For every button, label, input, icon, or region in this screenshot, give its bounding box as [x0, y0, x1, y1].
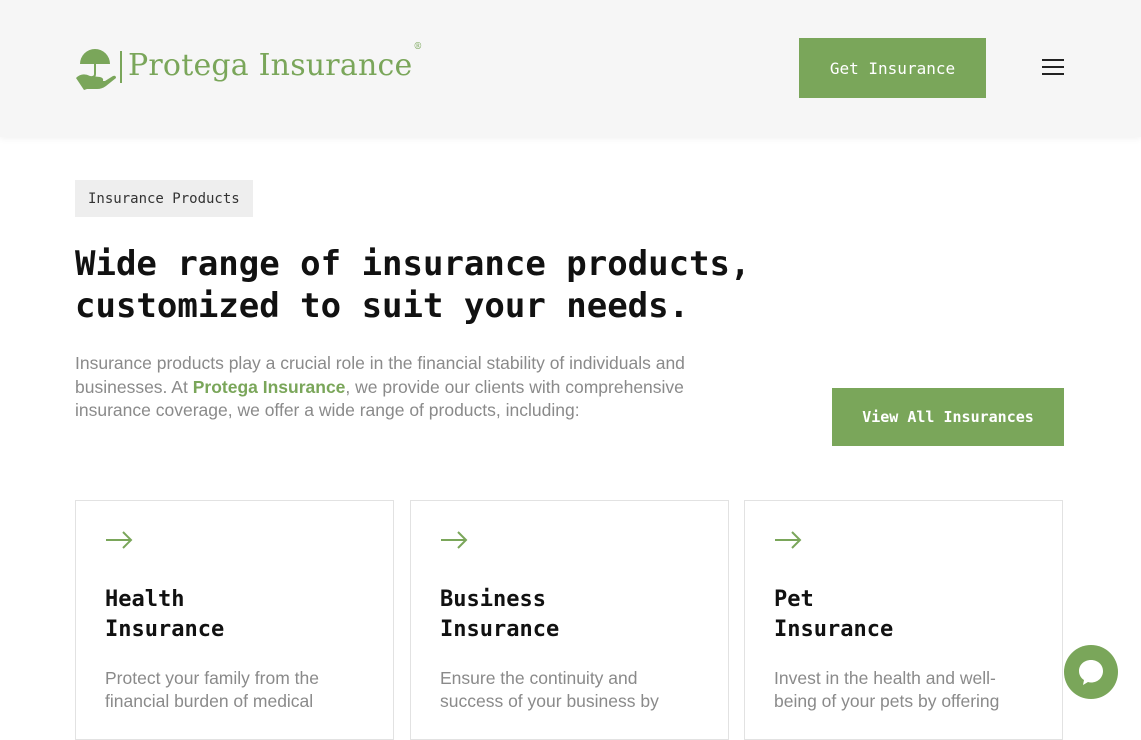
site-header: Protega Insurance® Get Insurance	[0, 0, 1141, 137]
get-insurance-button[interactable]: Get Insurance	[799, 38, 986, 98]
card-title: Business Insurance	[440, 587, 560, 642]
hamburger-menu-icon[interactable]	[1042, 59, 1066, 77]
logo-divider	[120, 51, 122, 83]
logo[interactable]: Protega Insurance®	[74, 41, 423, 90]
view-all-insurances-button[interactable]: View All Insurances	[832, 388, 1064, 446]
card-description: Ensure the continuity and success of you…	[440, 668, 659, 711]
intro-brand-name: Protega Insurance	[192, 376, 346, 397]
headline-line-2: customized to suit your needs.	[75, 286, 690, 326]
registered-mark: ®	[413, 41, 423, 52]
headline-line-1: Wide range of insurance products,	[75, 244, 751, 284]
chat-button[interactable]	[1064, 645, 1118, 699]
card-business-insurance[interactable]: Business Insurance Ensure the continuity …	[410, 500, 729, 740]
card-description: Invest in the health and well-being of y…	[774, 668, 1000, 711]
card-description: Protect your family from the financial b…	[105, 668, 319, 711]
card-health-insurance[interactable]: Health Insurance Protect your family from…	[75, 500, 394, 740]
page-headline: Wide range of insurance products, custom…	[75, 243, 795, 327]
chat-bubble-icon	[1079, 660, 1103, 685]
arrow-right-icon	[106, 531, 133, 549]
card-title: Pet Insurance	[774, 587, 894, 642]
logo-text: Protega Insurance®	[128, 41, 423, 83]
arrow-right-icon	[775, 531, 802, 549]
intro-paragraph: Insurance products play a crucial role i…	[75, 352, 715, 423]
umbrella-hand-icon	[76, 49, 116, 90]
card-title: Health Insurance	[105, 587, 225, 642]
card-pet-insurance[interactable]: Pet Insurance Invest in the health and we…	[744, 500, 1063, 740]
arrow-right-icon	[441, 531, 468, 549]
section-tag: Insurance Products	[75, 180, 253, 217]
